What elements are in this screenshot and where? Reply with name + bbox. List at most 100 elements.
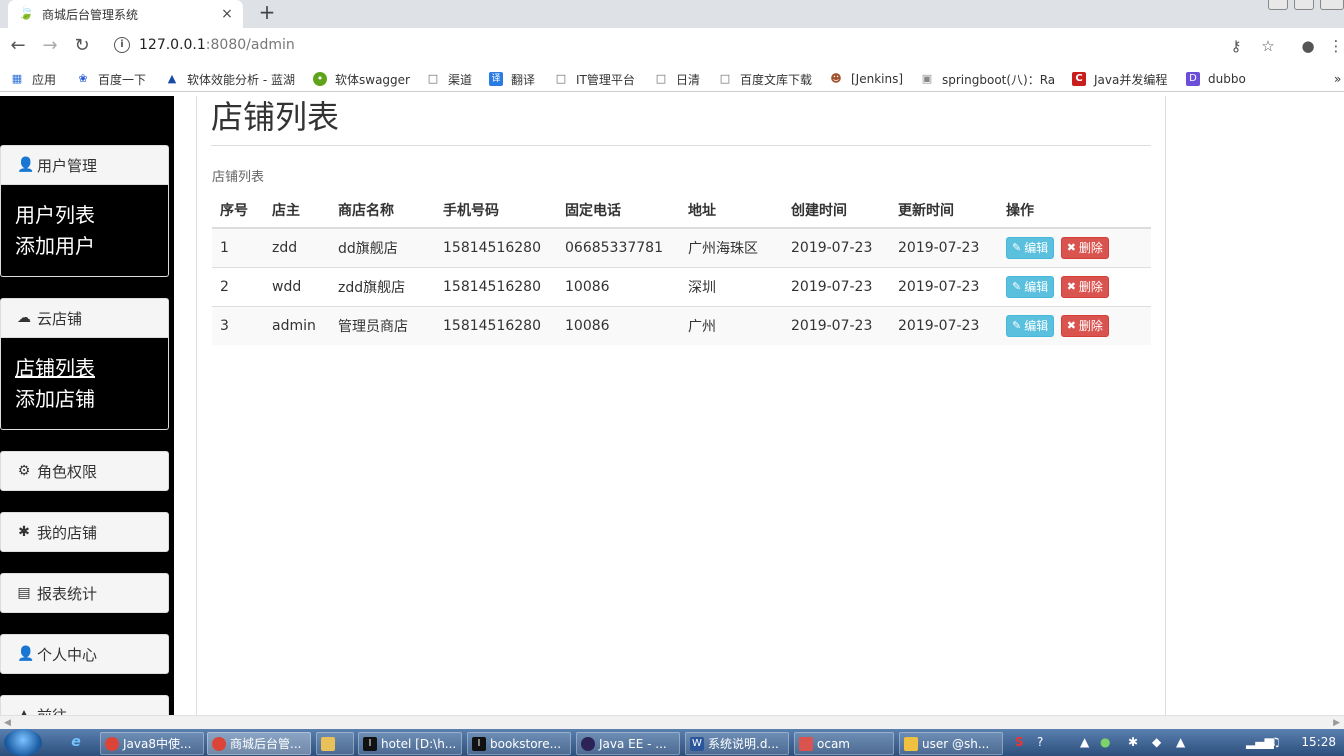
cell-updated: 2019-07-23 xyxy=(890,305,998,345)
task-ocam[interactable]: ocam xyxy=(794,732,894,755)
cell-mobile: 15814516280 xyxy=(435,227,557,267)
new-tab-button[interactable]: + xyxy=(256,2,278,24)
col-header-address: 地址 xyxy=(680,192,783,229)
delete-button[interactable]: ✖ 删除 xyxy=(1060,314,1109,337)
maximize-window-button[interactable] xyxy=(1294,0,1314,10)
store-table: 序号 店主 商店名称 手机号码 固定电话 地址 创建时间 更新时间 操作 1 z… xyxy=(212,192,1151,345)
sidebar-link-add-store[interactable]: 添加店铺 xyxy=(15,384,168,415)
key-icon[interactable]: ⚷ xyxy=(1226,36,1246,56)
cell-address: 深圳 xyxy=(680,266,783,306)
scroll-right-icon[interactable]: ▶ xyxy=(1333,718,1340,728)
task-explorer[interactable] xyxy=(316,732,354,755)
taskbar-clock[interactable]: 15:28 xyxy=(1301,735,1336,749)
sidebar-group-profile[interactable]: 👤 个人中心 xyxy=(0,634,169,674)
reload-icon[interactable]: ↻ xyxy=(70,34,94,58)
task-idea-bookstore[interactable]: Ibookstore... xyxy=(467,732,571,755)
address-bar[interactable]: i 127.0.0.1:8080/admin xyxy=(106,32,1286,60)
bookmark-dubbo[interactable]: Ddubbo xyxy=(1186,70,1246,88)
remove-icon: ✖ xyxy=(1066,319,1076,333)
help-icon[interactable]: ? xyxy=(1037,735,1043,749)
remove-icon: ✖ xyxy=(1066,241,1076,255)
title-divider xyxy=(211,145,1151,146)
shield-icon[interactable]: ◆ xyxy=(1152,735,1161,749)
edit-button[interactable]: ✎ 编辑 xyxy=(1006,314,1055,337)
col-header-created: 创建时间 xyxy=(783,192,890,229)
task-terminal[interactable]: user @sh... xyxy=(899,732,1003,755)
folder-icon xyxy=(321,736,335,751)
task-idea-hotel[interactable]: Ihotel [D:\h... xyxy=(358,732,462,755)
volume-icon[interactable]: ♫ xyxy=(1270,735,1281,749)
remove-icon: ✖ xyxy=(1066,280,1076,293)
task-chrome-admin[interactable]: 商城后台管... xyxy=(207,732,311,755)
page-icon: ▣ xyxy=(921,72,933,85)
url-text: 127.0.0.1:8080/admin xyxy=(139,37,295,53)
sidebar-group-my-store[interactable]: ✱ 我的店铺 xyxy=(0,512,169,552)
horizontal-scrollbar[interactable]: ◀ ▶ xyxy=(0,715,1344,729)
browser-toolbar: ← → ↻ i 127.0.0.1:8080/admin ⚷ ☆ ● ⋮ xyxy=(0,28,1344,64)
bookmark-springboot[interactable]: ▣ springboot(八)：Ra xyxy=(920,70,1056,88)
table-row: 3 admin 管理员商店 15814516280 10086 广州 2019-… xyxy=(212,305,1151,345)
task-word-doc[interactable]: W 系统说明.d... xyxy=(685,732,789,755)
sidebar-link-store-list[interactable]: 店铺列表 xyxy=(15,353,168,384)
delete-button[interactable]: ✖ 删除 xyxy=(1060,275,1109,298)
close-window-button[interactable] xyxy=(1320,0,1344,10)
delete-button[interactable]: ✖ 删除 xyxy=(1060,236,1109,259)
sidebar-group-roles[interactable]: ⚙ 角色权限 xyxy=(0,451,169,491)
cell-actions: ✎ 编辑 ✖ 删除 xyxy=(998,227,1151,267)
sidebar-group-user-links: 用户列表 添加用户 xyxy=(0,185,169,277)
edit-button[interactable]: ✎ 编辑 xyxy=(1006,236,1055,259)
cog-icon: ⚙ xyxy=(17,463,31,479)
bookmark-it-platform[interactable]: □ IT管理平台 xyxy=(554,70,635,88)
bookmark-swagger[interactable]: • 软体swagger xyxy=(313,70,410,88)
bluetooth-icon[interactable]: ✱ xyxy=(1128,735,1138,749)
bookmark-jenkins[interactable]: ☻ [Jenkins] xyxy=(829,70,903,88)
wechat-icon[interactable]: ● xyxy=(1100,735,1110,749)
browser-tab-active[interactable]: 🍃 商城后台管理系统 × xyxy=(8,0,243,28)
start-button[interactable] xyxy=(4,729,42,756)
sidebar-group-goto[interactable]: ▲前往 xyxy=(0,695,169,715)
task-chrome-java8[interactable]: Java8中使... xyxy=(100,732,204,755)
account-icon[interactable]: ● xyxy=(1298,36,1318,56)
bookmark-star-icon[interactable]: ☆ xyxy=(1258,36,1278,56)
sidebar-group-cloud-store[interactable]: ☁ 云店铺 xyxy=(0,298,169,338)
cell-owner: zdd xyxy=(264,227,330,267)
sidebar: 👤 用户管理 用户列表 添加用户 ☁ 云店铺 店铺列表 添加店铺 ⚙ 角色权限 ✱ 我的… xyxy=(0,96,174,715)
home-icon: ▲ xyxy=(18,707,30,715)
tray-expand-icon[interactable]: ▲ xyxy=(1080,735,1089,749)
close-tab-icon[interactable]: × xyxy=(219,6,235,22)
bookmark-daily[interactable]: □ 日清 xyxy=(654,70,700,88)
cloud-icon: ☁ xyxy=(17,310,31,326)
lanhu-icon: ▲ xyxy=(167,72,177,85)
scroll-left-icon[interactable]: ◀ xyxy=(4,718,11,728)
edit-button[interactable]: ✎ 编辑 xyxy=(1006,275,1055,298)
dubbo-icon: D xyxy=(1186,72,1200,86)
bookmark-wenku[interactable]: □ 百度文库下载 xyxy=(718,70,812,88)
sidebar-group-reports[interactable]: ▤ 报表统计 xyxy=(0,573,169,613)
bookmark-apps[interactable]: ▦ 应用 xyxy=(10,70,56,88)
taskbar: e Java8中使... 商城后台管... Ihotel [D:\h... Ib… xyxy=(0,729,1344,756)
task-eclipse[interactable]: Java EE - ... xyxy=(576,732,680,755)
forward-arrow-icon[interactable]: → xyxy=(38,34,62,58)
more-bookmarks-icon[interactable]: » xyxy=(1334,70,1341,88)
col-header-id: 序号 xyxy=(212,192,264,229)
bookmark-translate[interactable]: 译翻译 xyxy=(489,70,535,88)
bookmark-channel[interactable]: □ 渠道 xyxy=(426,70,472,88)
network-icon[interactable]: ▲ xyxy=(1176,735,1185,749)
pencil-icon: ✎ xyxy=(1012,319,1022,333)
chrome-icon xyxy=(105,736,119,751)
eclipse-icon xyxy=(581,736,595,751)
menu-dots-icon[interactable]: ⋮ xyxy=(1326,36,1344,56)
bookmark-baidu[interactable]: ❀ 百度一下 xyxy=(76,70,146,88)
bookmark-java-concurrency[interactable]: C Java并发编程 xyxy=(1072,70,1167,88)
sidebar-link-user-list[interactable]: 用户列表 xyxy=(15,200,168,231)
cell-mobile: 15814516280 xyxy=(435,266,557,306)
sidebar-group-user-management[interactable]: 👤 用户管理 xyxy=(0,145,169,185)
cell-store-name: zdd旗舰店 xyxy=(330,266,435,306)
sogou-icon[interactable]: S xyxy=(1015,735,1024,749)
sidebar-link-add-user[interactable]: 添加用户 xyxy=(15,231,168,262)
bookmark-lanhu[interactable]: ▲ 软体效能分析 - 蓝湖 xyxy=(165,70,295,88)
minimize-window-button[interactable] xyxy=(1268,0,1288,10)
back-arrow-icon[interactable]: ← xyxy=(6,34,30,58)
info-icon[interactable]: i xyxy=(114,37,130,53)
ie-icon[interactable]: e xyxy=(66,733,86,752)
